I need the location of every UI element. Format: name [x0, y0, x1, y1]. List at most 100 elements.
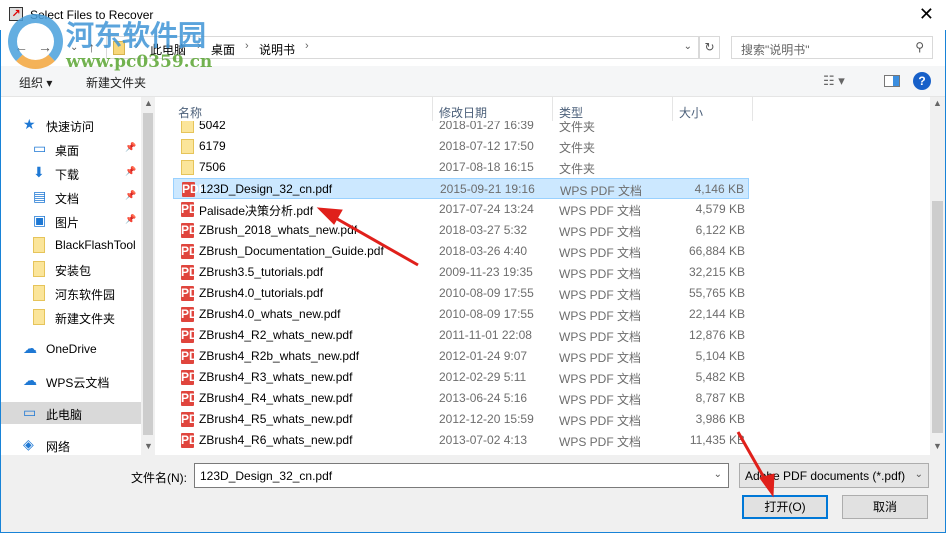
- file-row[interactable]: PDF ZBrush4_R4_whats_new.pdf 2013-06-24 5:…: [173, 388, 749, 409]
- file-type: WPS PDF 文档: [559, 267, 642, 281]
- chevron-down-icon[interactable]: ⌄: [684, 41, 692, 52]
- search-input[interactable]: 搜索"说明书" ⚲: [731, 36, 933, 59]
- pin-icon[interactable]: 📌: [125, 190, 136, 201]
- forward-icon[interactable]: →: [38, 39, 52, 55]
- file-size: 11,435 KB: [689, 433, 745, 447]
- download-icon: ⬇: [33, 164, 45, 180]
- organize-button[interactable]: 组织 ▾: [19, 74, 52, 91]
- pin-icon[interactable]: 📌: [125, 214, 136, 225]
- list-scrollbar[interactable]: ▲ ▼: [930, 97, 945, 455]
- file-row[interactable]: PDF ZBrush4_R5_whats_new.pdf 2012-12-20 15…: [173, 409, 749, 430]
- nav-item[interactable]: 河东软件园: [1, 282, 141, 304]
- scroll-up-icon[interactable]: ▲: [933, 98, 942, 108]
- pdf-file-icon: PDF: [181, 391, 205, 406]
- pdf-file-icon: PDF: [182, 182, 206, 197]
- nav-item[interactable]: ▭ 此电脑: [1, 402, 141, 424]
- help-icon[interactable]: ?: [913, 72, 931, 90]
- file-row[interactable]: PDF 123D_Design_32_cn.pdf 2015-09-21 19:16…: [173, 178, 749, 199]
- nav-scrollbar[interactable]: ▲ ▼: [141, 97, 155, 455]
- file-row[interactable]: PDF ZBrush_Documentation_Guide.pdf 2018-03…: [173, 241, 749, 262]
- file-date: 2013-06-24 5:16: [439, 391, 528, 405]
- column-size[interactable]: 大小: [679, 104, 703, 121]
- scroll-down-icon[interactable]: ▼: [933, 441, 942, 451]
- address-bar[interactable]: › 此电脑 › 桌面 › 说明书 › ⌄: [106, 36, 699, 59]
- nav-item[interactable]: ◈ 网络: [1, 434, 141, 455]
- nav-item[interactable]: ⬇ 下载 📌: [1, 162, 141, 184]
- document-icon: ▤: [33, 188, 47, 204]
- filetype-select[interactable]: Adobe PDF documents (*.pdf) ⌄: [739, 463, 929, 488]
- cancel-button[interactable]: 取消: [842, 495, 928, 519]
- pin-icon[interactable]: 📌: [125, 166, 136, 177]
- nav-item-label: 图片: [55, 216, 80, 230]
- file-date: 2010-08-09 17:55: [439, 286, 534, 300]
- search-icon: ⚲: [915, 40, 924, 54]
- file-name: ZBrush4_R3_whats_new.pdf: [199, 370, 353, 384]
- scroll-down-icon[interactable]: ▼: [144, 441, 153, 451]
- scroll-up-icon[interactable]: ▲: [144, 98, 153, 108]
- navigation-pane: ▲ ▼ ★ 快速访问 ▭ 桌面 📌 ⬇ 下载 📌 ▤ 文档 📌 ▣ 图片 📌 BlackFlashTool 安…: [1, 97, 155, 455]
- file-row[interactable]: PDF Palisade决策分析.pdf 2017-07-24 13:24 WPS P…: [173, 199, 749, 220]
- nav-item[interactable]: BlackFlashTool: [1, 234, 141, 256]
- chevron-right-icon[interactable]: ›: [305, 40, 309, 52]
- open-button[interactable]: 打开(O): [742, 495, 828, 519]
- file-size: 55,765 KB: [688, 286, 745, 300]
- file-type: WPS PDF 文档: [559, 309, 642, 323]
- close-button[interactable]: ✕: [919, 4, 934, 25]
- refresh-button[interactable]: ↻: [699, 36, 720, 59]
- file-row[interactable]: 7506 2017-08-18 16:15 文件夹: [173, 157, 749, 178]
- nav-item[interactable]: 安装包: [1, 258, 141, 280]
- nav-item[interactable]: 新建文件夹: [1, 306, 141, 328]
- file-type: WPS PDF 文档: [559, 225, 642, 239]
- nav-item[interactable]: ▤ 文档 📌: [1, 186, 141, 208]
- file-row[interactable]: PDF ZBrush4_R2b_whats_new.pdf 2012-01-24 9…: [173, 346, 749, 367]
- column-name[interactable]: 名称: [178, 104, 202, 121]
- view-options-icon[interactable]: ☷ ▾: [823, 73, 845, 89]
- chevron-down-icon[interactable]: ⌄: [714, 469, 722, 480]
- recent-dropdown-icon[interactable]: ⌄: [70, 42, 78, 53]
- nav-item-label: WPS云文档: [46, 376, 110, 390]
- chevron-right-icon[interactable]: ›: [135, 40, 139, 52]
- breadcrumb-this-pc[interactable]: 此电脑: [150, 41, 186, 58]
- file-name: 123D_Design_32_cn.pdf: [200, 182, 333, 196]
- nav-item-label: OneDrive: [46, 342, 97, 356]
- file-size: 5,104 KB: [695, 349, 745, 363]
- file-date: 2018-03-26 4:40: [439, 244, 528, 258]
- file-row[interactable]: PDF ZBrush3.5_tutorials.pdf 2009-11-23 19:…: [173, 262, 749, 283]
- filename-input[interactable]: 123D_Design_32_cn.pdf ⌄: [194, 463, 729, 488]
- file-row[interactable]: PDF ZBrush4_R3_whats_new.pdf 2012-02-29 5:…: [173, 367, 749, 388]
- nav-item[interactable]: ★ 快速访问: [1, 114, 141, 136]
- pin-icon[interactable]: 📌: [125, 142, 136, 153]
- file-row[interactable]: PDF ZBrush4.0_whats_new.pdf 2010-08-09 17:…: [173, 304, 749, 325]
- back-icon[interactable]: ←: [14, 39, 28, 55]
- file-size: 66,884 KB: [688, 244, 745, 258]
- preview-pane-icon[interactable]: [884, 75, 900, 87]
- chevron-right-icon[interactable]: ›: [197, 40, 201, 52]
- nav-item-label: 网络: [46, 440, 71, 454]
- file-type: WPS PDF 文档: [559, 351, 642, 365]
- file-name: ZBrush4_R6_whats_new.pdf: [199, 433, 353, 447]
- file-row[interactable]: 6179 2018-07-12 17:50 文件夹: [173, 136, 749, 157]
- file-type: WPS PDF 文档: [559, 435, 642, 449]
- nav-item[interactable]: ▭ 桌面 📌: [1, 138, 141, 160]
- breadcrumb-desktop[interactable]: 桌面: [211, 41, 235, 58]
- nav-item[interactable]: ☁ WPS云文档: [1, 370, 141, 392]
- folder-icon: [181, 160, 194, 175]
- new-folder-button[interactable]: 新建文件夹: [86, 74, 146, 91]
- column-type[interactable]: 类型: [559, 104, 583, 121]
- file-row[interactable]: PDF ZBrush4.0_tutorials.pdf 2010-08-09 17:…: [173, 283, 749, 304]
- pdf-file-icon: PDF: [181, 307, 205, 322]
- file-row[interactable]: PDF ZBrush_2018_whats_new.pdf 2018-03-27 5…: [173, 220, 749, 241]
- file-date: 2012-01-24 9:07: [439, 349, 528, 363]
- file-row[interactable]: PDF ZBrush4_R6_whats_new.pdf 2013-07-02 4:…: [173, 430, 749, 451]
- list-scrollbar-thumb[interactable]: [932, 201, 943, 433]
- nav-scrollbar-thumb[interactable]: [143, 113, 153, 435]
- file-date: 2011-11-01 22:08: [439, 328, 532, 342]
- up-icon[interactable]: ↑: [88, 39, 95, 55]
- column-date[interactable]: 修改日期: [439, 104, 487, 121]
- file-row[interactable]: PDF ZBrush4_R2_whats_new.pdf 2011-11-01 22…: [173, 325, 749, 346]
- breadcrumb-folder[interactable]: 说明书: [259, 41, 295, 58]
- chevron-right-icon[interactable]: ›: [245, 40, 249, 52]
- nav-item[interactable]: ▣ 图片 📌: [1, 210, 141, 232]
- file-date: 2010-08-09 17:55: [439, 307, 534, 321]
- nav-item[interactable]: ☁ OneDrive: [1, 338, 141, 360]
